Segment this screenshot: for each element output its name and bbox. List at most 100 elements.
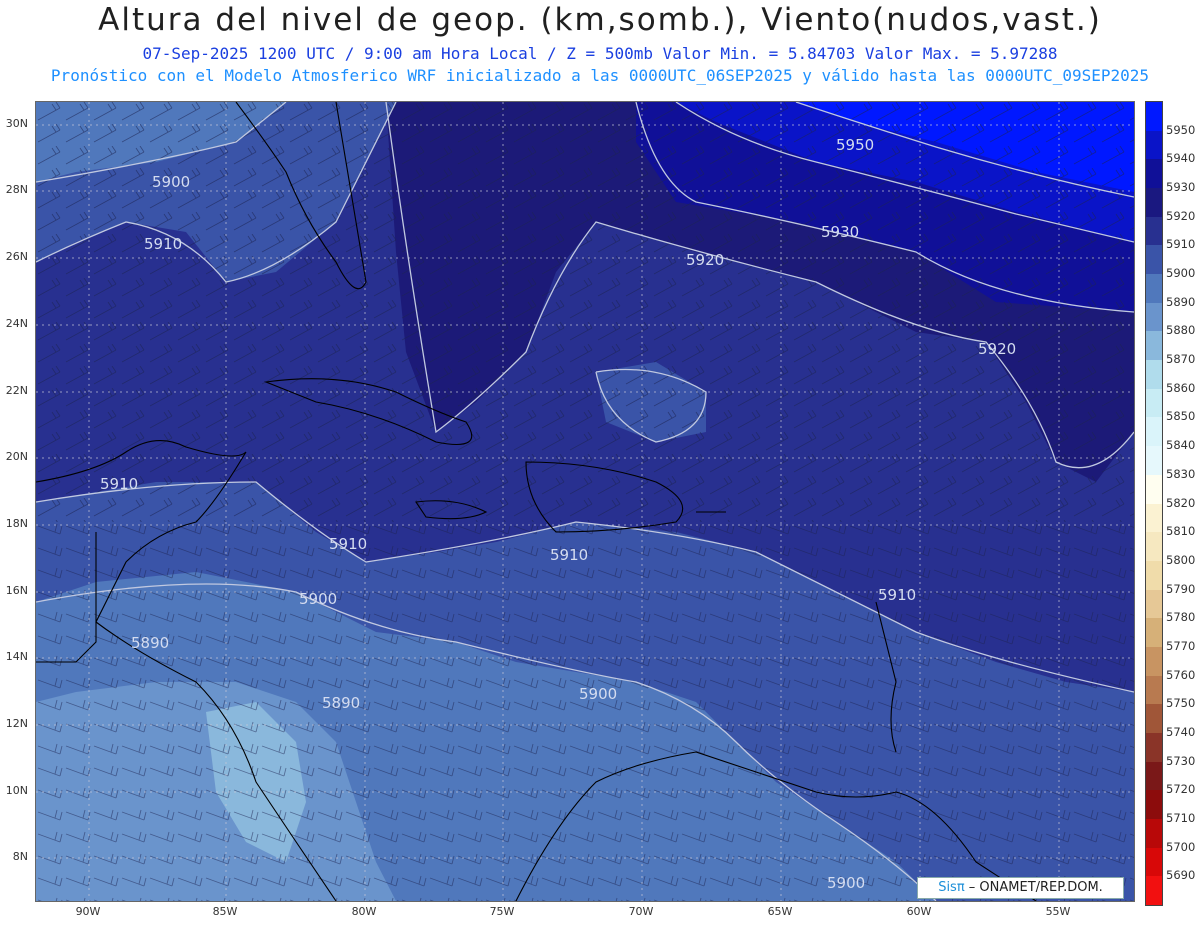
colorbar bbox=[1145, 101, 1163, 906]
lon-label: 65W bbox=[767, 905, 793, 918]
contour-label: 5950 bbox=[836, 136, 874, 154]
lon-label: 90W bbox=[75, 905, 101, 918]
colorbar-label: 5700 bbox=[1166, 839, 1196, 854]
contour-label: 5900 bbox=[579, 685, 617, 703]
colorbar-segment bbox=[1146, 360, 1162, 390]
lat-label: 16N bbox=[5, 584, 28, 597]
colorbar-segment bbox=[1146, 216, 1162, 246]
colorbar-label: 5910 bbox=[1166, 237, 1196, 252]
contour-label: 5890 bbox=[131, 634, 169, 652]
contour-label: 5930 bbox=[821, 223, 859, 241]
valid-time-line: 07-Sep-2025 1200 UTC / 9:00 am Hora Loca… bbox=[142, 44, 1058, 63]
wind-barbs-north bbox=[36, 102, 1134, 522]
lon-label: 85W bbox=[212, 905, 238, 918]
colorbar-label: 5930 bbox=[1166, 180, 1196, 195]
contour-label: 5900 bbox=[827, 874, 865, 892]
colorbar-label: 5790 bbox=[1166, 581, 1196, 596]
wind-barbs-south bbox=[36, 522, 1134, 901]
contour-label: 5920 bbox=[978, 340, 1016, 358]
colorbar-label: 5870 bbox=[1166, 352, 1196, 367]
colorbar-segment bbox=[1146, 417, 1162, 447]
colorbar-label: 5860 bbox=[1166, 380, 1196, 395]
contour-label: 5910 bbox=[144, 235, 182, 253]
colorbar-label: 5750 bbox=[1166, 696, 1196, 711]
colorbar-label: 5720 bbox=[1166, 782, 1196, 797]
colorbar-label: 5830 bbox=[1166, 466, 1196, 481]
credit-org: – ONAMET/REP.DOM. bbox=[964, 880, 1103, 895]
colorbar-segment bbox=[1146, 503, 1162, 533]
colorbar-segment bbox=[1146, 790, 1162, 820]
contour-label: 5900 bbox=[299, 590, 337, 608]
contour-label: 5910 bbox=[550, 546, 588, 564]
colorbar-segment bbox=[1146, 388, 1162, 418]
colorbar-segment bbox=[1146, 245, 1162, 275]
lon-label: 70W bbox=[628, 905, 654, 918]
colorbar-segment bbox=[1146, 876, 1162, 906]
colorbar-segment bbox=[1146, 102, 1162, 132]
contour-label: 5900 bbox=[152, 173, 190, 191]
colorbar-segment bbox=[1146, 188, 1162, 218]
lat-label: 8N bbox=[12, 850, 28, 863]
contour-label: 5910 bbox=[100, 475, 138, 493]
lon-label: 60W bbox=[906, 905, 932, 918]
colorbar-segment bbox=[1146, 560, 1162, 591]
lat-label: 22N bbox=[5, 384, 28, 397]
chart-title: Altura del nivel de geop. (km,somb.), Vi… bbox=[98, 2, 1102, 38]
colorbar-label: 5740 bbox=[1166, 724, 1196, 739]
lon-label: 75W bbox=[489, 905, 515, 918]
colorbar-segment bbox=[1146, 675, 1162, 705]
colorbar-label: 5710 bbox=[1166, 810, 1196, 825]
colorbar-segment bbox=[1146, 302, 1162, 332]
lon-label: 80W bbox=[351, 905, 377, 918]
colorbar-label: 5920 bbox=[1166, 208, 1196, 223]
colorbar-label: 5890 bbox=[1166, 294, 1196, 309]
map-canvas: 5950 5930 5920 5920 5910 5900 5910 5910 … bbox=[36, 102, 1134, 901]
colorbar-label: 5770 bbox=[1166, 638, 1196, 653]
model-info-line: Pronóstico con el Modelo Atmosferico WRF… bbox=[50, 66, 1150, 85]
colorbar-segment bbox=[1146, 532, 1162, 562]
colorbar-label: 5840 bbox=[1166, 438, 1196, 453]
lat-label: 10N bbox=[5, 784, 28, 797]
geopotential-map[interactable]: 5950 5930 5920 5920 5910 5900 5910 5910 … bbox=[35, 101, 1135, 902]
colorbar-segment bbox=[1146, 818, 1162, 849]
colorbar-segment bbox=[1146, 474, 1162, 504]
contour-label: 5920 bbox=[686, 251, 724, 269]
colorbar-label: 5900 bbox=[1166, 266, 1196, 281]
colorbar-segment bbox=[1146, 732, 1162, 763]
colorbar-segment bbox=[1146, 446, 1162, 476]
lat-label: 26N bbox=[5, 250, 28, 263]
colorbar-label: 5780 bbox=[1166, 610, 1196, 625]
colorbar-segment bbox=[1146, 159, 1162, 189]
colorbar-label: 5950 bbox=[1166, 122, 1196, 137]
colorbar-label: 5880 bbox=[1166, 323, 1196, 338]
colorbar-segment bbox=[1146, 618, 1162, 648]
colorbar-segment bbox=[1146, 130, 1162, 160]
lat-label: 12N bbox=[5, 717, 28, 730]
colorbar-segment bbox=[1146, 704, 1162, 734]
contour-label: 5910 bbox=[878, 586, 916, 604]
colorbar-segment bbox=[1146, 274, 1162, 304]
colorbar-label: 5850 bbox=[1166, 409, 1196, 424]
contour-label: 5910 bbox=[329, 535, 367, 553]
lat-label: 20N bbox=[5, 450, 28, 463]
colorbar-label: 5730 bbox=[1166, 753, 1196, 768]
colorbar-label: 5760 bbox=[1166, 667, 1196, 682]
contour-label: 5890 bbox=[322, 694, 360, 712]
credit-box: Sisπ – ONAMET/REP.DOM. bbox=[917, 877, 1124, 899]
colorbar-segment bbox=[1146, 646, 1162, 677]
lat-label: 28N bbox=[5, 183, 28, 196]
colorbar-segment bbox=[1146, 331, 1162, 361]
lat-label: 24N bbox=[5, 317, 28, 330]
lat-label: 18N bbox=[5, 517, 28, 530]
lon-label: 55W bbox=[1045, 905, 1071, 918]
credit-sis: Sisπ bbox=[938, 880, 965, 895]
colorbar-segment bbox=[1146, 847, 1162, 877]
colorbar-segment bbox=[1146, 761, 1162, 791]
colorbar-segment bbox=[1146, 589, 1162, 619]
colorbar-label: 5810 bbox=[1166, 524, 1196, 539]
lat-label: 14N bbox=[5, 650, 28, 663]
colorbar-label: 5940 bbox=[1166, 151, 1196, 166]
lat-label: 30N bbox=[5, 117, 28, 130]
colorbar-label: 5690 bbox=[1166, 868, 1196, 883]
colorbar-label: 5820 bbox=[1166, 495, 1196, 510]
